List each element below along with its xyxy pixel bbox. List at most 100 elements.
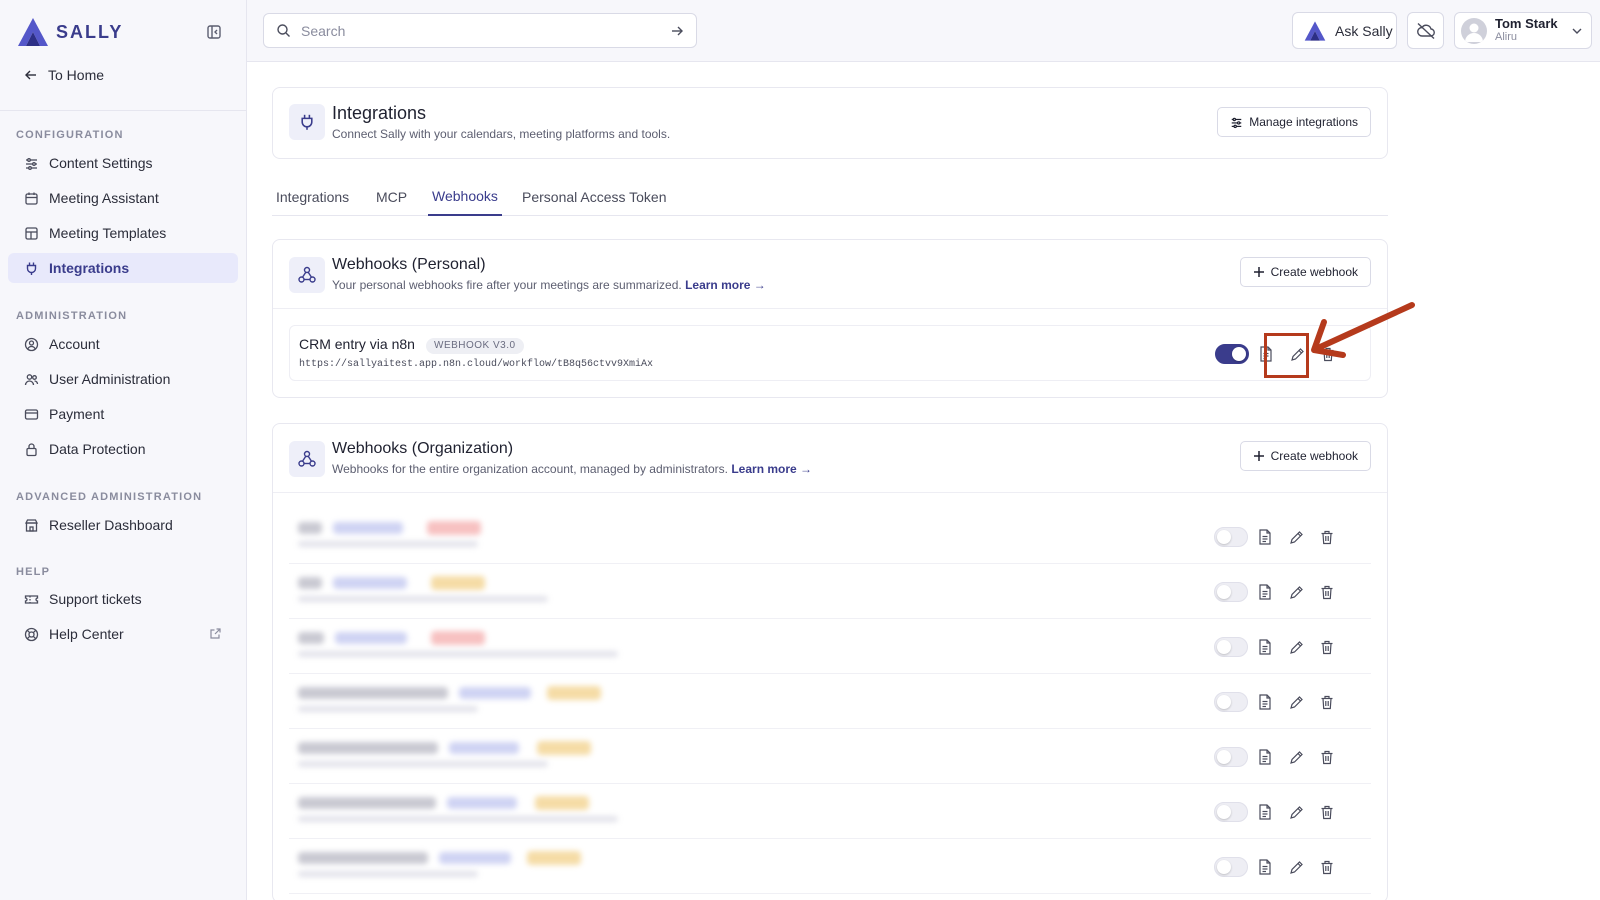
organization-webhooks-subtitle: Webhooks for the entire organization acc…: [332, 462, 812, 476]
trash-icon: [1321, 805, 1333, 819]
tab-personal-access-token[interactable]: Personal Access Token: [522, 178, 667, 216]
webhook-enabled-toggle[interactable]: [1214, 637, 1248, 657]
user-avatar-icon: [1465, 23, 1483, 42]
sidebar-item-integrations[interactable]: Integrations: [8, 253, 238, 283]
external-link-icon: [210, 628, 221, 639]
search-input[interactable]: [301, 22, 660, 39]
view-logs-button[interactable]: [1256, 528, 1274, 546]
document-icon: [1259, 639, 1271, 655]
view-logs-button[interactable]: [1256, 803, 1274, 821]
sidebar-item-content-settings[interactable]: Content Settings: [8, 148, 238, 178]
organization-webhook-row: [289, 565, 1371, 619]
redacted-name: [298, 632, 324, 644]
delete-webhook-button[interactable]: [1318, 748, 1336, 766]
edit-webhook-button[interactable]: [1287, 748, 1305, 766]
collapse-sidebar-button[interactable]: [204, 22, 224, 42]
avatar: [1461, 17, 1487, 44]
search-box[interactable]: [263, 13, 697, 48]
edit-webhook-button[interactable]: [1287, 528, 1305, 546]
create-webhook-label: Create webhook: [1270, 449, 1358, 463]
webhook-enabled-toggle[interactable]: [1214, 747, 1248, 767]
delete-webhook-button[interactable]: [1318, 638, 1336, 656]
redacted-badge: [333, 577, 407, 589]
webhook-name: CRM entry via n8n: [299, 336, 415, 352]
redacted-name: [298, 797, 436, 809]
sidebar-item-account[interactable]: Account: [8, 329, 238, 359]
credit-card-icon: [24, 408, 39, 420]
webhook-icon-tile: [289, 257, 325, 293]
delete-webhook-button[interactable]: [1318, 858, 1336, 876]
redacted-status: [527, 851, 581, 865]
trash-icon: [1321, 695, 1333, 709]
learn-more-link[interactable]: Learn more →: [685, 278, 766, 292]
to-home-link[interactable]: To Home: [24, 67, 104, 83]
webhook-enabled-toggle[interactable]: [1214, 692, 1248, 712]
sidebar-collapse-icon: [207, 25, 221, 39]
redacted-name: [298, 742, 438, 754]
learn-more-link[interactable]: Learn more →: [731, 462, 812, 476]
view-logs-button[interactable]: [1256, 858, 1274, 876]
page-title: Integrations: [332, 103, 427, 123]
webhook-enabled-toggle[interactable]: [1214, 582, 1248, 602]
delete-webhook-button[interactable]: [1318, 528, 1336, 546]
sidebar-item-label: Payment: [49, 406, 105, 422]
webhook-enabled-toggle[interactable]: [1214, 857, 1248, 877]
sidebar-item-user-administration[interactable]: User Administration: [8, 364, 238, 394]
edit-webhook-button[interactable]: [1287, 693, 1305, 711]
sidebar-item-reseller-dashboard[interactable]: Reseller Dashboard: [8, 510, 238, 540]
webhook-enabled-toggle[interactable]: [1214, 802, 1248, 822]
edit-webhook-button[interactable]: [1287, 858, 1305, 876]
redacted-url: [298, 706, 478, 712]
ask-sally-button[interactable]: Ask Sally: [1292, 12, 1397, 49]
create-personal-webhook-button[interactable]: Create webhook: [1239, 257, 1371, 287]
pencil-icon: [1289, 530, 1303, 544]
sidebar-item-meeting-templates[interactable]: Meeting Templates: [8, 218, 238, 248]
delete-webhook-button[interactable]: [1318, 803, 1336, 821]
delete-webhook-button[interactable]: [1318, 693, 1336, 711]
sidebar-item-meeting-assistant[interactable]: Meeting Assistant: [8, 183, 238, 213]
edit-webhook-button[interactable]: [1287, 583, 1305, 601]
sidebar-item-payment[interactable]: Payment: [8, 399, 238, 429]
sidebar-item-label: Support tickets: [49, 591, 142, 607]
brand-logo[interactable]: SALLY: [16, 15, 123, 49]
sidebar-item-data-protection[interactable]: Data Protection: [8, 434, 238, 464]
redacted-name: [298, 577, 322, 589]
manage-integrations-button[interactable]: Manage integrations: [1217, 107, 1371, 137]
webhook-enabled-toggle[interactable]: [1214, 527, 1248, 547]
tab-webhooks[interactable]: Webhooks: [428, 178, 502, 216]
edit-webhook-button[interactable]: [1287, 638, 1305, 656]
redacted-status: [535, 796, 589, 810]
document-icon: [1259, 859, 1271, 875]
user-organization: Aliru: [1495, 31, 1518, 43]
personal-subtitle-text: Your personal webhooks fire after your m…: [332, 278, 682, 292]
view-logs-button[interactable]: [1256, 693, 1274, 711]
card-divider: [273, 308, 1387, 309]
organization-webhook-row: [289, 620, 1371, 674]
personal-webhooks-title: Webhooks (Personal): [332, 256, 486, 273]
sidebar-item-help-center[interactable]: Help Center: [8, 619, 238, 649]
arrow-right-icon[interactable]: [670, 24, 684, 38]
section-title-help: HELP: [16, 566, 51, 578]
store-icon: [24, 518, 39, 532]
organization-webhooks-card: Webhooks (Organization) Webhooks for the…: [272, 423, 1388, 900]
user-menu[interactable]: Tom Stark Aliru: [1454, 12, 1592, 49]
redacted-badge: [449, 742, 519, 754]
create-organization-webhook-button[interactable]: Create webhook: [1239, 441, 1371, 471]
sidebar-item-support-tickets[interactable]: Support tickets: [8, 584, 238, 614]
delete-webhook-button[interactable]: [1318, 583, 1336, 601]
document-icon: [1259, 584, 1271, 600]
view-logs-button[interactable]: [1256, 638, 1274, 656]
edit-webhook-button[interactable]: [1287, 803, 1305, 821]
annotation-highlight-box: [1264, 333, 1309, 378]
cloud-off-icon: [1416, 22, 1435, 39]
user-circle-icon: [24, 337, 39, 351]
organization-webhook-row: [289, 840, 1371, 894]
view-logs-button[interactable]: [1256, 748, 1274, 766]
section-title-advanced-administration: ADVANCED ADMINISTRATION: [16, 491, 203, 503]
webhook-enabled-toggle[interactable]: [1215, 344, 1249, 364]
privacy-toggle-button[interactable]: [1407, 12, 1444, 49]
tab-integrations[interactable]: Integrations: [276, 178, 349, 216]
view-logs-button[interactable]: [1256, 583, 1274, 601]
tab-mcp[interactable]: MCP: [376, 178, 407, 216]
to-home-label: To Home: [48, 67, 105, 83]
